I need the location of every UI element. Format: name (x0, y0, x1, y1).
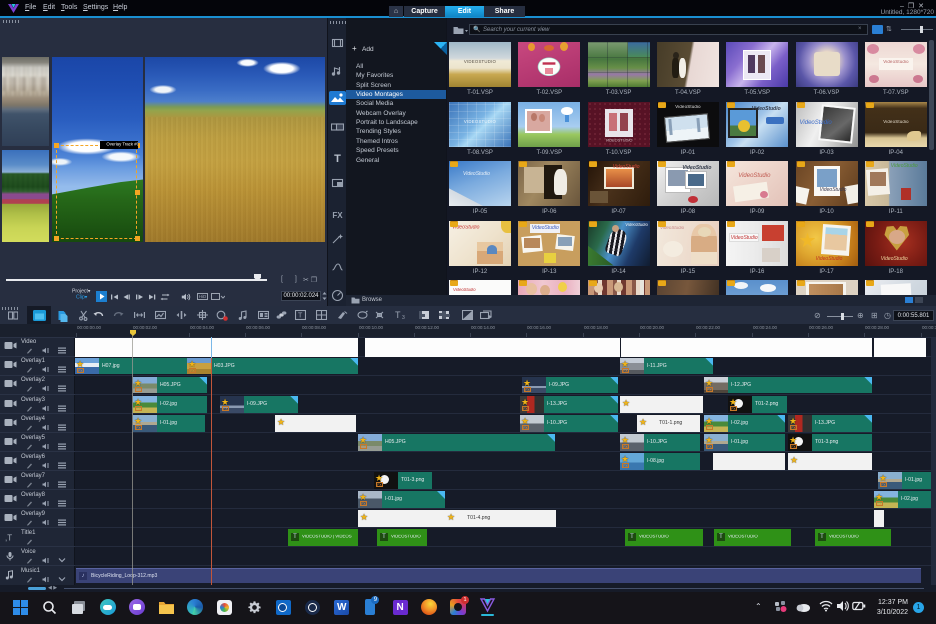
svg-text:T: T (395, 310, 401, 320)
svg-text:,T: ,T (5, 534, 12, 543)
svg-text:T: T (298, 313, 303, 320)
svg-text:3: 3 (402, 315, 405, 320)
